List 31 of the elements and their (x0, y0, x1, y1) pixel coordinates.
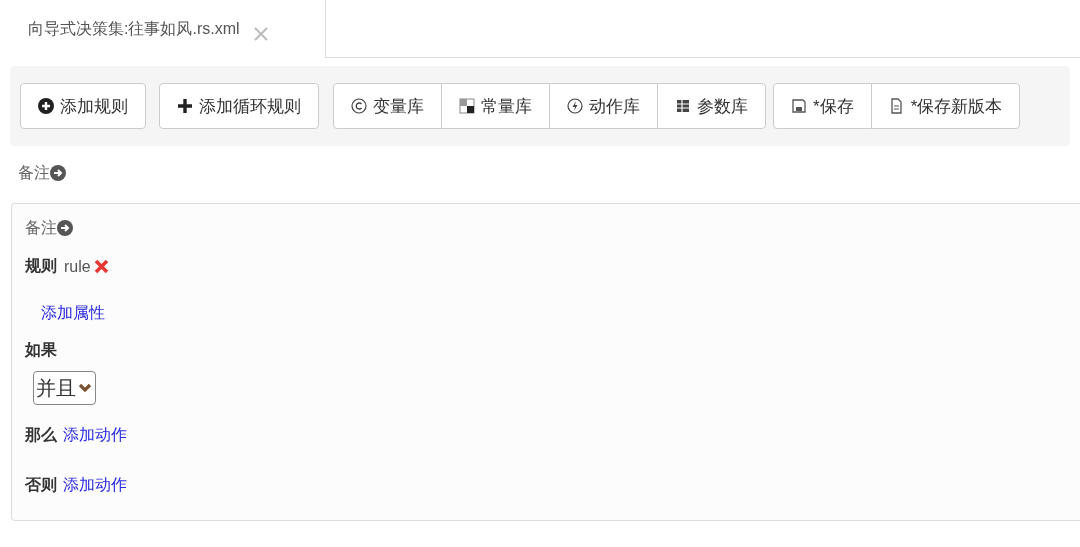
add-action-link[interactable]: 添加动作 (63, 475, 127, 496)
bolt-icon (567, 98, 583, 114)
add-property-link[interactable]: 添加属性 (41, 303, 105, 324)
logic-select[interactable]: 并且 (33, 371, 96, 405)
then-label: 那么 (25, 425, 57, 445)
toolbar-button[interactable]: *保存 (773, 83, 872, 129)
arrow-circle-icon[interactable] (57, 220, 73, 236)
squares-icon (459, 98, 475, 114)
remark-label: 备注 (18, 162, 50, 183)
toolbar-button[interactable]: 添加规则 (20, 83, 146, 129)
if-label: 如果 (25, 340, 58, 360)
toolbar-button[interactable]: 常量库 (441, 83, 550, 129)
document-icon (888, 98, 905, 114)
delete-icon[interactable] (93, 259, 109, 274)
floppy-icon (791, 98, 807, 114)
remark-label: 备注 (25, 217, 57, 238)
else-label: 否则 (25, 475, 57, 495)
chevron-down-icon (78, 383, 92, 393)
plus-circle-icon (38, 98, 54, 114)
arrow-circle-icon[interactable] (50, 165, 66, 181)
toolbar-button[interactable]: 添加循环规则 (159, 83, 319, 129)
toolbar-button[interactable]: 参数库 (657, 83, 766, 129)
rule-label: 规则 (25, 256, 57, 276)
plus-icon (177, 98, 193, 114)
toolbar-button[interactable]: 动作库 (549, 83, 658, 129)
copyright-icon (351, 98, 367, 114)
grid-icon (675, 98, 691, 114)
toolbar-button[interactable]: *保存新版本 (870, 83, 1021, 129)
rule-name: rule (64, 257, 91, 276)
add-action-link[interactable]: 添加动作 (63, 425, 127, 446)
toolbar-button[interactable]: 变量库 (333, 83, 442, 129)
